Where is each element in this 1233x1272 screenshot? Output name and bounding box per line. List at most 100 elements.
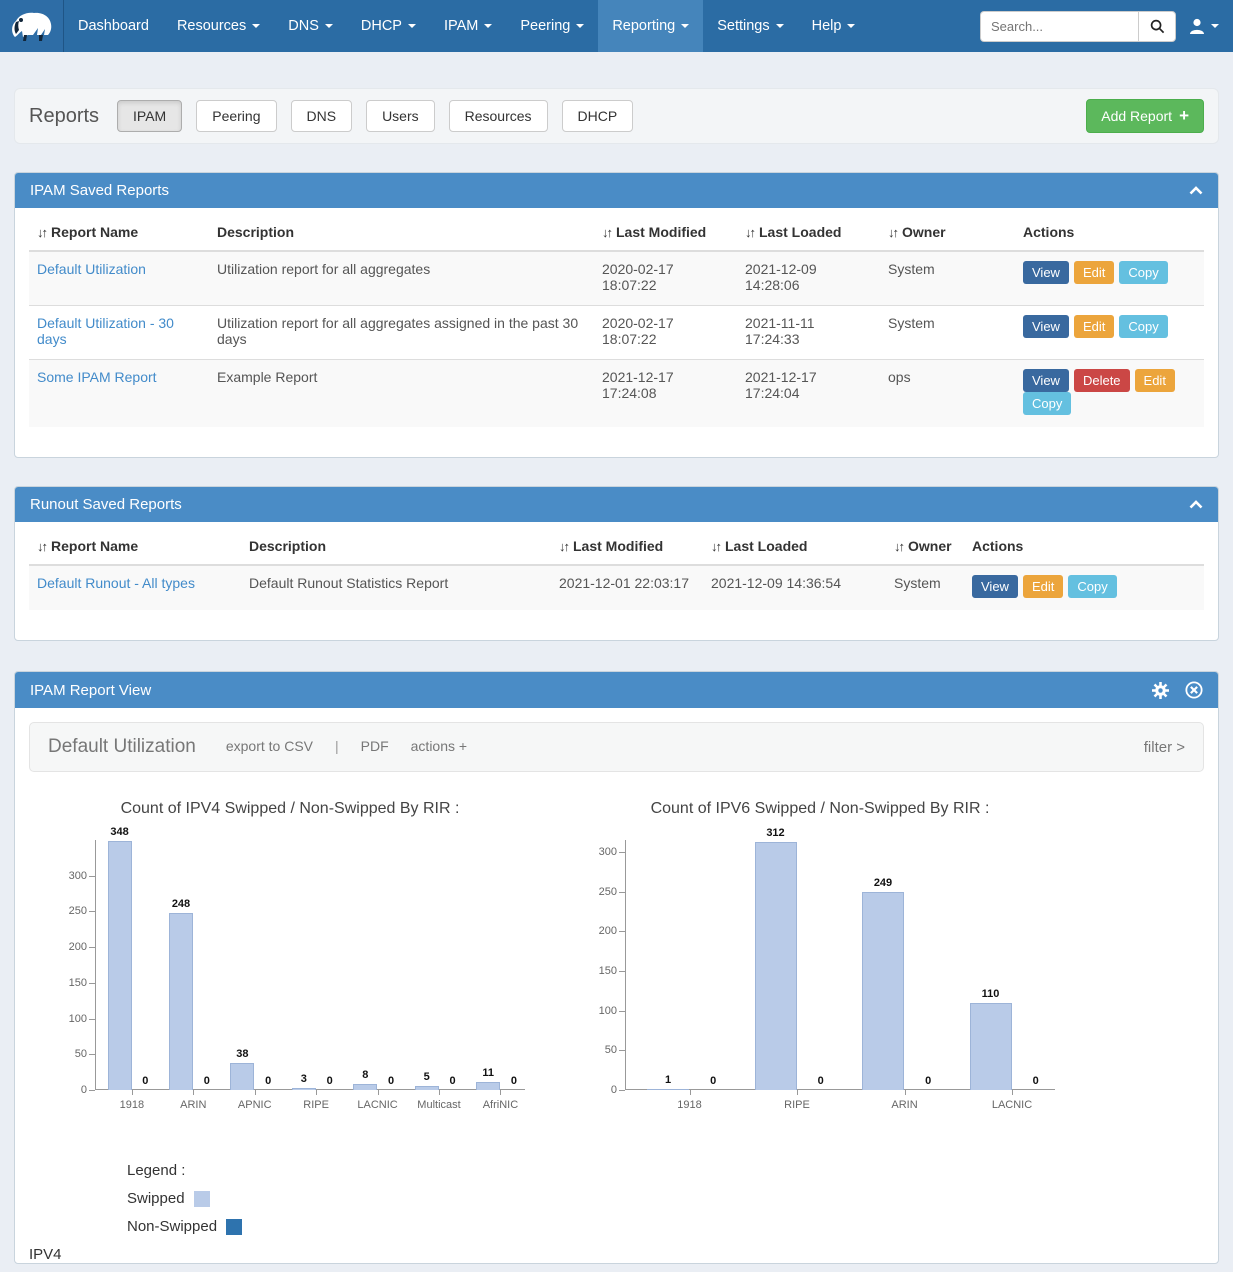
report-name-link[interactable]: Default Utilization - 30 days <box>37 315 174 347</box>
x-tick <box>193 1090 194 1095</box>
y-tick <box>89 1090 95 1091</box>
nav-item-reporting[interactable]: Reporting <box>598 0 703 52</box>
y-tick <box>619 1090 625 1091</box>
column-header-last-loaded[interactable]: ↓↑Last Loaded <box>737 214 880 251</box>
x-tick <box>439 1090 440 1095</box>
nav-item-label: Peering <box>520 18 570 34</box>
column-header-last-loaded[interactable]: ↓↑Last Loaded <box>703 528 886 565</box>
column-header-owner[interactable]: ↓↑Owner <box>886 528 964 565</box>
tab-resources[interactable]: Resources <box>449 100 548 132</box>
add-report-label: Add Report <box>1101 108 1172 124</box>
chart-plot-area: 0501001502002503001019183120RIPE2490ARIN… <box>585 840 1075 1120</box>
last-loaded-cell: 2021-11-11 17:24:33 <box>737 306 880 360</box>
runout-saved-reports-panel: Runout Saved Reports ↓↑Report NameDescri… <box>14 486 1219 641</box>
column-label: Last Loaded <box>725 538 807 554</box>
y-tick-label: 0 <box>587 1084 617 1096</box>
last-loaded-cell: 2021-12-09 14:36:54 <box>703 565 886 610</box>
x-tick <box>905 1090 906 1095</box>
owner-cell: ops <box>880 360 1015 428</box>
toolbar-link-actions-[interactable]: actions + <box>411 738 467 754</box>
last-modified-cell: 2021-12-17 17:24:08 <box>594 360 737 428</box>
user-menu[interactable] <box>1188 17 1219 35</box>
view-button[interactable]: View <box>1023 261 1069 284</box>
search-button[interactable] <box>1138 11 1176 42</box>
report-name-link[interactable]: Some IPAM Report <box>37 369 157 385</box>
toolbar-link-export-to-csv[interactable]: export to CSV <box>226 738 313 754</box>
edit-button[interactable]: Edit <box>1074 315 1114 338</box>
collapse-chevron-icon[interactable] <box>1189 500 1203 509</box>
bar-value-label: 249 <box>863 877 903 889</box>
toolbar-separator: | <box>335 738 339 754</box>
last-modified-cell: 2021-12-01 22:03:17 <box>551 565 703 610</box>
y-tick-label: 200 <box>587 925 617 937</box>
legend-title: Legend : <box>127 1162 1218 1179</box>
column-header-description: Description <box>209 214 594 251</box>
table-row: Default Utilization Utilization report fo… <box>29 251 1204 306</box>
search-input[interactable] <box>980 11 1138 42</box>
copy-button[interactable]: Copy <box>1119 261 1167 284</box>
column-header-last-modified[interactable]: ↓↑Last Modified <box>551 528 703 565</box>
filter-toggle[interactable]: filter > <box>1144 739 1185 756</box>
add-report-button[interactable]: Add Report + <box>1086 99 1204 133</box>
nav-item-dns[interactable]: DNS <box>274 0 347 52</box>
bar-value-label: 0 <box>310 1075 350 1087</box>
nav-item-dhcp[interactable]: DHCP <box>347 0 430 52</box>
x-tick <box>1012 1090 1013 1095</box>
y-tick <box>619 892 625 893</box>
bar-value-label: 0 <box>1016 1075 1056 1087</box>
tab-peering[interactable]: Peering <box>196 100 276 132</box>
close-icon[interactable] <box>1185 681 1203 699</box>
column-header-last-modified[interactable]: ↓↑Last Modified <box>594 214 737 251</box>
edit-button[interactable]: Edit <box>1135 369 1175 392</box>
report-name-link[interactable]: Default Utilization <box>37 261 146 277</box>
column-header-report-name[interactable]: ↓↑Report Name <box>29 214 209 251</box>
description-cell: Utilization report for all aggregates as… <box>209 306 594 360</box>
tab-dns[interactable]: DNS <box>291 100 353 132</box>
chart-legend: Legend : SwippedNon-Swipped <box>127 1162 1218 1235</box>
y-tick <box>89 876 95 877</box>
app-logo[interactable] <box>0 0 64 52</box>
copy-button[interactable]: Copy <box>1023 392 1071 415</box>
nav-item-peering[interactable]: Peering <box>506 0 598 52</box>
edit-button[interactable]: Edit <box>1074 261 1114 284</box>
copy-button[interactable]: Copy <box>1068 575 1116 598</box>
view-button[interactable]: View <box>1023 369 1069 392</box>
y-tick <box>619 1011 625 1012</box>
y-tick-label: 0 <box>57 1084 87 1096</box>
description-cell: Utilization report for all aggregates <box>209 251 594 306</box>
y-tick <box>619 971 625 972</box>
collapse-chevron-icon[interactable] <box>1189 186 1203 195</box>
tab-dhcp[interactable]: DHCP <box>562 100 634 132</box>
actions-cell: ViewDeleteEdit Copy <box>1015 360 1204 428</box>
nav-item-ipam[interactable]: IPAM <box>430 0 506 52</box>
nav-item-settings[interactable]: Settings <box>703 0 797 52</box>
view-button[interactable]: View <box>972 575 1018 598</box>
toolbar-link-pdf[interactable]: PDF <box>361 738 389 754</box>
search-group <box>980 11 1176 42</box>
y-tick <box>89 947 95 948</box>
legend-swatch <box>194 1191 210 1207</box>
chevron-down-icon <box>325 24 333 28</box>
edit-button[interactable]: Edit <box>1023 575 1063 598</box>
y-tick-label: 100 <box>587 1005 617 1017</box>
nav-item-resources[interactable]: Resources <box>163 0 274 52</box>
plus-icon: + <box>1179 110 1189 122</box>
x-category-label: RIPE <box>281 1099 351 1111</box>
nav-item-help[interactable]: Help <box>798 0 870 52</box>
column-header-report-name[interactable]: ↓↑Report Name <box>29 528 241 565</box>
bar-swipped-1918 <box>647 1089 689 1090</box>
owner-cell: System <box>880 251 1015 306</box>
gear-icon[interactable] <box>1152 682 1169 699</box>
nav-item-dashboard[interactable]: Dashboard <box>64 0 163 52</box>
copy-button[interactable]: Copy <box>1119 315 1167 338</box>
actions-cell: ViewEditCopy <box>1015 306 1204 360</box>
bar-value-label: 38 <box>222 1048 262 1060</box>
tab-users[interactable]: Users <box>366 100 435 132</box>
delete-button[interactable]: Delete <box>1074 369 1130 392</box>
view-button[interactable]: View <box>1023 315 1069 338</box>
tab-ipam[interactable]: IPAM <box>117 100 182 132</box>
report-name-link[interactable]: Default Runout - All types <box>37 575 195 591</box>
column-header-owner[interactable]: ↓↑Owner <box>880 214 1015 251</box>
column-header-actions: Actions <box>964 528 1204 565</box>
x-tick <box>500 1090 501 1095</box>
